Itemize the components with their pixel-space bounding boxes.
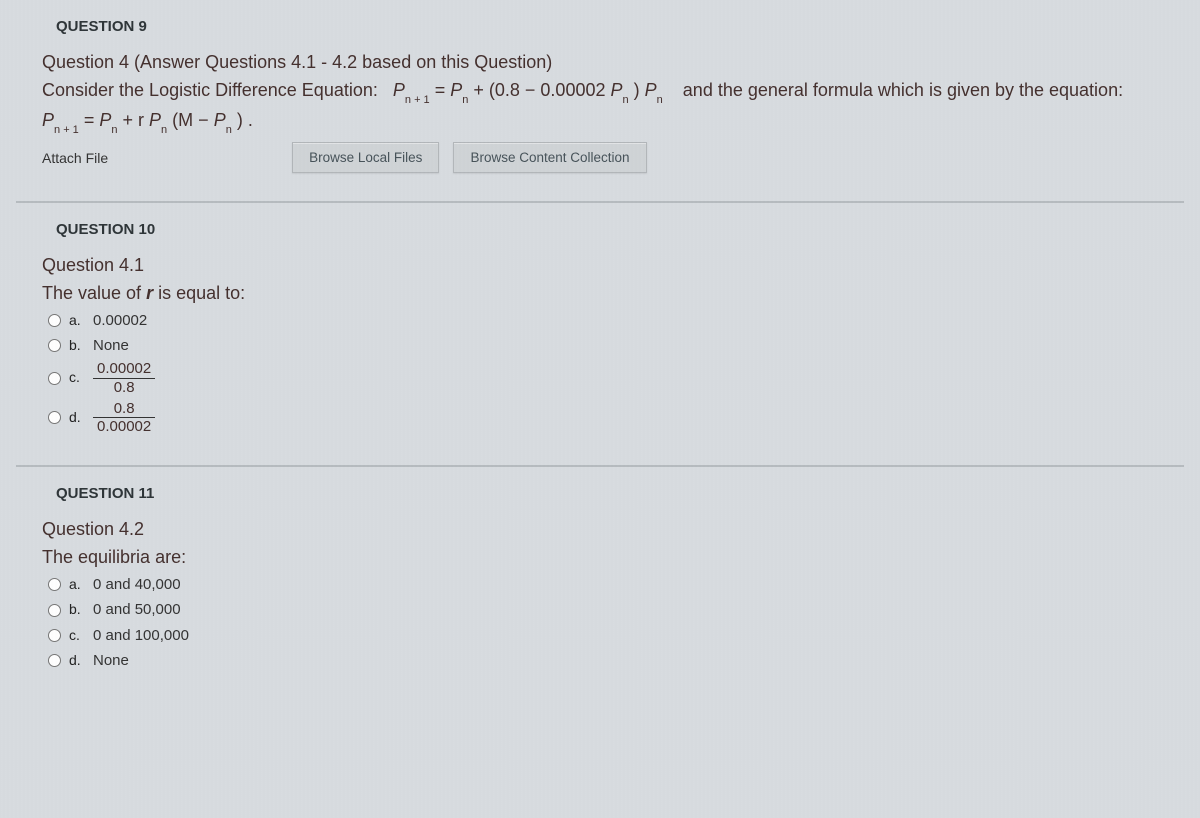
question-11-body: Question 4.2 The equilibria are: a. 0 an… [26,516,1174,673]
q10-text-a: 0.00002 [93,309,147,332]
q10-d-den: 0.00002 [93,418,155,435]
eq2-close: ) . [237,110,253,130]
q10-letter-c: c. [69,367,85,389]
q11-text-a: 0 and 40,000 [93,573,181,596]
browse-content-collection-button[interactable]: Browse Content Collection [453,142,646,173]
question-9-body: Question 4 (Answer Questions 4.1 - 4.2 b… [26,49,1174,136]
q11-text-d: None [93,649,129,672]
eq1-sub-nc: n [657,94,663,106]
q10-heading: Question 4.1 [42,252,1174,280]
q10-c-den: 0.8 [93,379,155,396]
q10-letter-b: b. [69,335,85,357]
eq2-sub-nb: n [161,124,167,136]
q9-equation-line-2: Pn + 1 = Pn + r Pn (M − Pn ) . [42,107,1174,137]
q10-d-num: 0.8 [93,400,155,418]
q9-heading: Question 4 (Answer Questions 4.1 - 4.2 b… [42,49,1174,77]
q10-prompt: The value of r is equal to: [42,280,1174,308]
q10-radio-b[interactable] [48,339,61,352]
q10-option-d: d. 0.8 0.00002 [48,398,1174,438]
q9-equation-line-1: Consider the Logistic Difference Equatio… [42,77,1174,107]
eq2-equals: = [84,110,100,130]
question-11-title: QUESTION 11 [26,477,1174,516]
eq2-open: (M − [172,110,214,130]
q9-intro-a: Consider the Logistic Difference Equatio… [42,80,378,100]
eq2-Pc: P [214,110,226,130]
browse-local-files-button[interactable]: Browse Local Files [292,142,439,173]
q11-radio-c[interactable] [48,629,61,642]
question-10: QUESTION 10 Question 4.1 The value of r … [8,203,1192,465]
eq1-P: P [393,80,405,100]
q10-radio-a[interactable] [48,314,61,327]
eq2-sub-nc: n [226,124,232,136]
q10-c-num: 0.00002 [93,360,155,378]
question-11: QUESTION 11 Question 4.2 The equilibria … [8,467,1192,701]
q11-letter-d: d. [69,650,85,672]
q10-text-b: None [93,334,129,357]
q11-text-b: 0 and 50,000 [93,598,181,621]
q11-heading: Question 4.2 [42,516,1174,544]
q11-letter-a: a. [69,574,85,596]
question-9: QUESTION 9 Question 4 (Answer Questions … [8,0,1192,201]
q10-radio-c[interactable] [48,372,61,385]
eq1-mid: + (0.8 − 0.00002 [473,80,610,100]
eq1-Pb: P [610,80,622,100]
q10-option-b: b. None [48,333,1174,358]
q10-option-a: a. 0.00002 [48,308,1174,333]
q11-option-c: c. 0 and 100,000 [48,623,1174,648]
eq1-close: ) [634,80,645,100]
eq2-Pb: P [149,110,161,130]
question-10-title: QUESTION 10 [26,213,1174,252]
q11-option-b: b. 0 and 50,000 [48,597,1174,622]
q11-letter-c: c. [69,625,85,647]
page-container: QUESTION 9 Question 4 (Answer Questions … [0,0,1200,701]
q10-fraction-c: 0.00002 0.8 [93,360,155,396]
eq1-Pc: P [645,80,657,100]
q10-prompt-b: is equal to: [153,283,245,303]
eq1-sub-n: n [462,94,468,106]
eq2-P: P [42,110,54,130]
q10-letter-a: a. [69,310,85,332]
q10-fraction-d: 0.8 0.00002 [93,400,155,436]
q11-radio-d[interactable] [48,654,61,667]
eq2-Pn: P [99,110,111,130]
q11-option-d: d. None [48,648,1174,673]
q11-letter-b: b. [69,599,85,621]
eq2-mid: + r [122,110,144,130]
q10-option-c: c. 0.00002 0.8 [48,358,1174,398]
attach-file-label: Attach File [42,150,108,166]
eq1-sub-nb: n [623,94,629,106]
eq2-sub-n: n [111,124,117,136]
q11-prompt: The equilibria are: [42,544,1174,572]
eq1-equals: = [435,80,451,100]
attach-file-row: Attach File Browse Local Files Browse Co… [42,142,1174,173]
q9-intro-b: and the general formula which is given b… [683,80,1123,100]
eq2-sub-n1: n + 1 [54,124,79,136]
q11-radio-b[interactable] [48,604,61,617]
question-10-body: Question 4.1 The value of r is equal to:… [26,252,1174,437]
q11-text-c: 0 and 100,000 [93,624,189,647]
eq1-Pn: P [450,80,462,100]
q11-option-a: a. 0 and 40,000 [48,572,1174,597]
q10-prompt-a: The value of [42,283,146,303]
q11-radio-a[interactable] [48,578,61,591]
eq1-sub-n1: n + 1 [405,94,430,106]
question-9-title: QUESTION 9 [26,10,1174,49]
q10-letter-d: d. [69,407,85,429]
q10-radio-d[interactable] [48,411,61,424]
